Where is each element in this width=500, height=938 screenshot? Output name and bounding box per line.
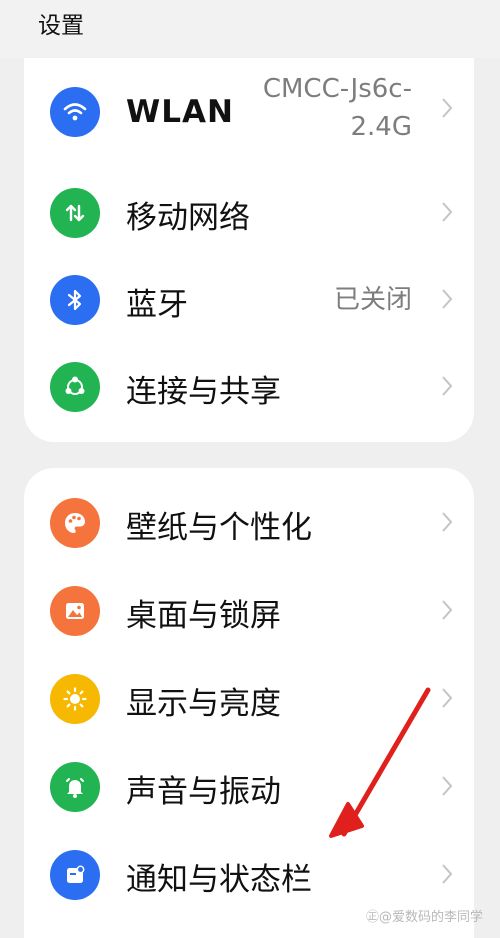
settings-item-label: 显示与亮度 bbox=[126, 686, 281, 722]
settings-item-label: 移动网络 bbox=[126, 200, 250, 236]
palette-icon bbox=[50, 498, 100, 548]
chevron-right-icon bbox=[440, 862, 454, 884]
chevron-right-icon bbox=[440, 200, 454, 222]
watermark-logo-icon: ㊣@ bbox=[366, 910, 393, 925]
watermark: ㊣@爱数码的李同学 bbox=[366, 906, 483, 925]
settings-item-label: 声音与振动 bbox=[126, 774, 281, 810]
chevron-right-icon bbox=[440, 510, 454, 532]
settings-item-wlan[interactable]: WLAN CMCC-Js6c- 2.4G bbox=[24, 68, 474, 156]
notification-icon bbox=[50, 850, 100, 900]
settings-item-bluetooth[interactable]: 蓝牙 已关闭 bbox=[24, 257, 474, 343]
chevron-right-icon bbox=[440, 96, 454, 118]
mobile-data-icon bbox=[50, 188, 100, 238]
settings-item-label: WLAN bbox=[126, 94, 234, 130]
settings-group-personalization: 壁纸与个性化 桌面与锁屏 显示与亮度 声音与振动 通知与状态栏 bbox=[24, 468, 474, 938]
wifi-network-name: CMCC-Js6c- 2.4G bbox=[262, 74, 412, 142]
settings-item-connection-sharing[interactable]: 连接与共享 bbox=[24, 344, 474, 430]
settings-item-label: 连接与共享 bbox=[126, 374, 281, 410]
image-icon bbox=[50, 586, 100, 636]
page-title: 设置 bbox=[38, 13, 84, 39]
settings-item-label: 壁纸与个性化 bbox=[126, 510, 312, 546]
chevron-right-icon bbox=[440, 774, 454, 796]
chevron-right-icon bbox=[440, 374, 454, 396]
bell-icon bbox=[50, 762, 100, 812]
watermark-text: 爱数码的李同学 bbox=[392, 910, 484, 925]
share-icon bbox=[50, 362, 100, 412]
settings-item-label: 桌面与锁屏 bbox=[126, 598, 281, 634]
chevron-right-icon bbox=[440, 287, 454, 309]
brightness-icon bbox=[50, 674, 100, 724]
bluetooth-status: 已关闭 bbox=[333, 285, 412, 315]
settings-item-display-brightness[interactable]: 显示与亮度 bbox=[24, 656, 474, 742]
settings-item-sound-vibration[interactable]: 声音与振动 bbox=[24, 744, 474, 830]
settings-item-label: 通知与状态栏 bbox=[126, 862, 312, 898]
chevron-right-icon bbox=[440, 598, 454, 620]
settings-item-wallpaper[interactable]: 壁纸与个性化 bbox=[24, 480, 474, 566]
settings-item-desktop-lockscreen[interactable]: 桌面与锁屏 bbox=[24, 568, 474, 654]
settings-item-label: 蓝牙 bbox=[126, 287, 188, 323]
chevron-right-icon bbox=[440, 686, 454, 708]
top-bar: 设置 bbox=[0, 0, 500, 58]
wifi-icon bbox=[50, 87, 100, 137]
bluetooth-icon bbox=[50, 275, 100, 325]
settings-item-mobile-network[interactable]: 移动网络 bbox=[24, 170, 474, 256]
settings-group-connectivity: WLAN CMCC-Js6c- 2.4G 移动网络 蓝牙 已关闭 连接与共享 bbox=[24, 58, 474, 442]
